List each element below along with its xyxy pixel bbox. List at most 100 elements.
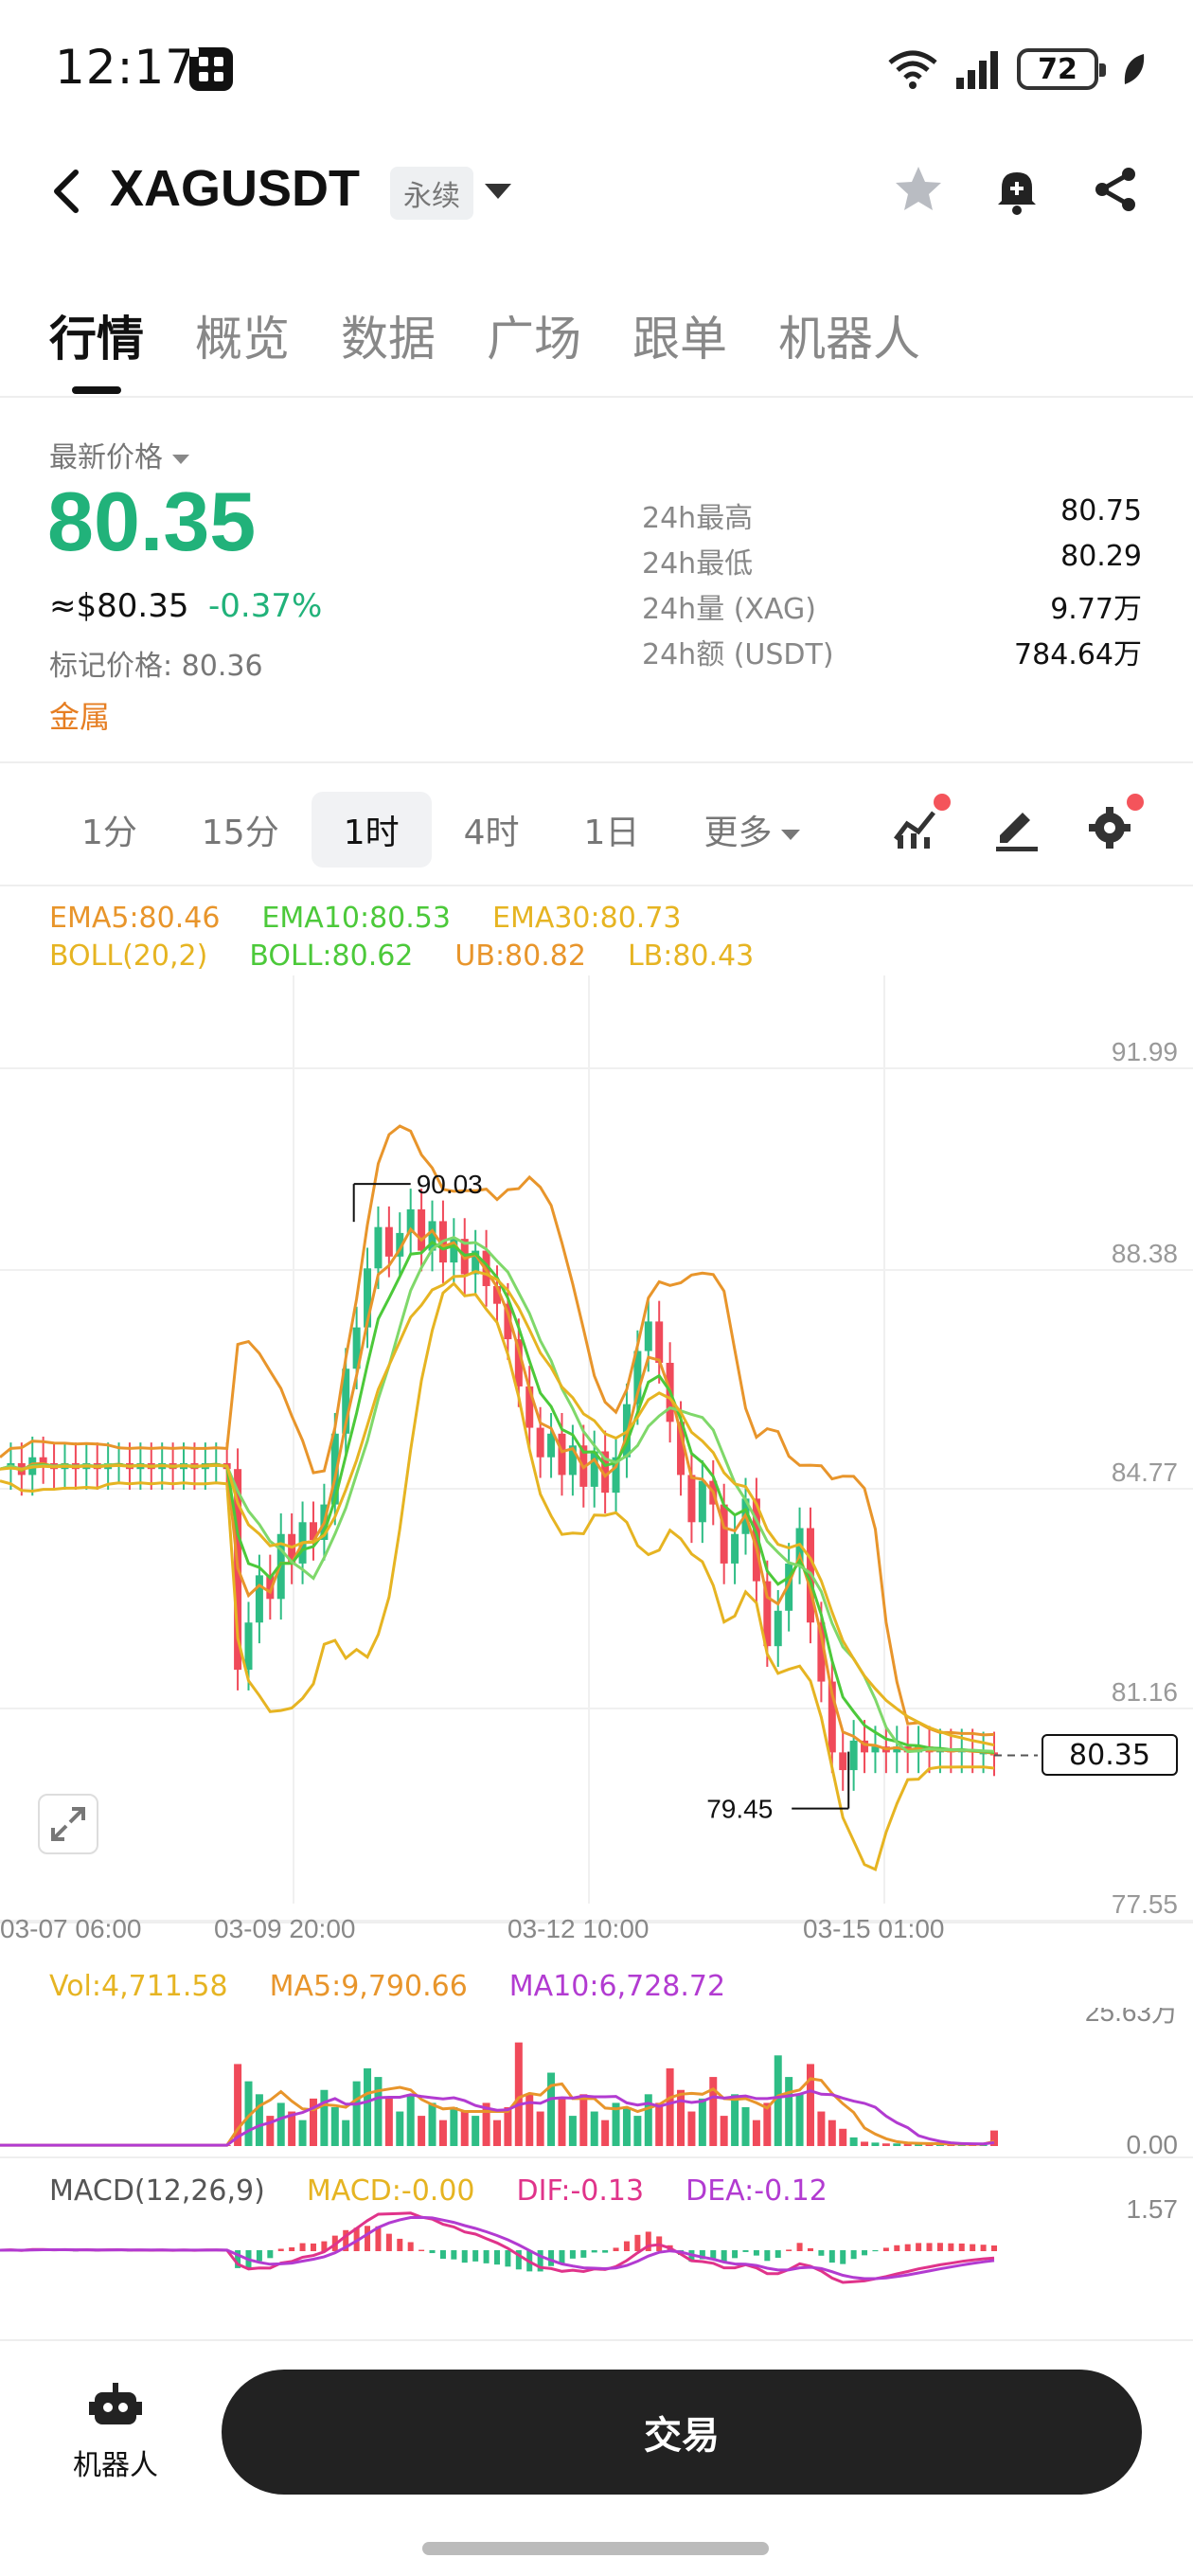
settings-tool[interactable] — [1083, 794, 1144, 854]
symbol-dropdown-icon[interactable] — [485, 184, 511, 199]
volume-bar — [893, 2143, 901, 2146]
macd-histogram-bar — [970, 2244, 976, 2251]
macd-histogram-bar — [461, 2250, 468, 2263]
price-axis: 91.99 88.38 84.77 81.16 77.55 — [1112, 1037, 1178, 1919]
macd-histogram-bar — [505, 2250, 511, 2267]
interval-1h[interactable]: 1时 — [311, 792, 432, 868]
ema-legend: EMA5:80.46 EMA10:80.53 EMA30:80.73 — [49, 902, 682, 935]
x-tick-label: 03-09 20:00 — [214, 1914, 355, 1943]
volume-bar — [450, 2106, 458, 2146]
volume-bar — [547, 2072, 556, 2146]
volume-bar — [330, 2106, 339, 2146]
volume-bar — [504, 2106, 512, 2146]
candle-body — [839, 1752, 847, 1771]
volume-bar — [406, 2094, 415, 2146]
volume-bar — [881, 2143, 890, 2146]
stat-24h-low: 24h最低 80.29 — [642, 540, 1142, 581]
volume-bar — [568, 2116, 577, 2146]
volume-bar — [601, 2120, 610, 2146]
volume-bar — [806, 2064, 814, 2146]
macd-histogram-bar — [267, 2250, 274, 2259]
tab-copy-trade[interactable]: 跟单 — [632, 301, 727, 369]
volume-bar — [438, 2120, 447, 2146]
legend-ema30: EMA30:80.73 — [491, 902, 682, 935]
stat-value: 784.64万 — [1014, 638, 1142, 671]
tab-market[interactable]: 行情 — [49, 301, 144, 394]
bell-icon[interactable] — [988, 161, 1045, 218]
tab-robot[interactable]: 机器人 — [778, 301, 920, 369]
trade-button[interactable]: 交易 — [222, 2370, 1142, 2495]
dea-line — [0, 2215, 995, 2281]
macd-histogram-bar — [429, 2250, 436, 2254]
volume-bar — [709, 2077, 718, 2146]
tab-square[interactable]: 广场 — [487, 301, 581, 369]
notification-dot — [934, 794, 951, 811]
macd-histogram-bar — [256, 2250, 262, 2262]
indicator-tool[interactable] — [890, 794, 951, 854]
macd-histogram-bar — [862, 2250, 868, 2256]
latest-price-label[interactable]: 最新价格 — [49, 434, 189, 475]
back-icon[interactable] — [44, 163, 91, 220]
volume-bar — [536, 2111, 544, 2146]
battery-icon: 72 — [1017, 48, 1106, 90]
y-tick-label: 91.99 — [1112, 1037, 1178, 1066]
chart-annotations: 90.03 79.45 — [352, 1170, 1038, 1824]
volume-bar — [752, 2120, 760, 2146]
price-divider — [0, 761, 1193, 763]
legend-ema10: EMA10:80.53 — [261, 902, 451, 935]
macd-histogram-bar — [418, 2249, 425, 2251]
candle-body — [774, 1610, 782, 1647]
robot-button[interactable]: 机器人 — [49, 2377, 182, 2483]
volume-bar — [298, 2120, 307, 2146]
share-icon[interactable] — [1087, 161, 1144, 218]
last-price: 80.35 — [47, 474, 257, 568]
tab-overview[interactable]: 概览 — [195, 301, 290, 369]
macd-histogram-bar — [991, 2245, 997, 2251]
volume-bar — [741, 2106, 750, 2146]
macd-histogram-bar — [494, 2250, 500, 2265]
macd-histogram-bar — [289, 2246, 295, 2251]
price-chart[interactable]: 91.9988.3884.7781.1677.55 03-07 06:00 03-… — [0, 975, 1193, 1960]
macd-histogram-bar — [277, 2248, 284, 2251]
macd-histogram-bar — [753, 2250, 759, 2256]
macd-histogram-bar — [818, 2250, 825, 2256]
battery-level: 72 — [1038, 52, 1077, 86]
macd-histogram-bar — [840, 2250, 846, 2264]
tab-data[interactable]: 数据 — [341, 301, 436, 369]
macd-histogram-bar — [451, 2250, 457, 2260]
candle-body — [418, 1208, 426, 1251]
macd-histogram-bar — [569, 2250, 576, 2259]
app-icon — [189, 47, 233, 91]
volume-axis-bottom: 0.00 — [1127, 2130, 1179, 2159]
volume-bar — [384, 2098, 393, 2146]
volume-bar — [785, 2077, 793, 2146]
interval-1d[interactable]: 1日 — [552, 792, 672, 868]
volume-bar — [364, 2067, 372, 2146]
leaf-icon — [1124, 54, 1145, 84]
stat-24h-high: 24h最高 80.75 — [642, 494, 1142, 536]
macd-histogram-bar — [916, 2243, 922, 2251]
draw-tool[interactable] — [988, 797, 1045, 854]
fullscreen-button[interactable] — [38, 1794, 98, 1854]
x-tick-label: 03-15 01:00 — [803, 1914, 944, 1943]
category-tag[interactable]: 金属 — [49, 693, 110, 737]
interval-1m[interactable]: 1分 — [49, 792, 169, 868]
volume-bar — [558, 2098, 566, 2146]
volume-bar — [579, 2094, 588, 2146]
volume-bar — [493, 2120, 501, 2146]
x-tick-label: 03-07 06:00 — [0, 1914, 141, 1943]
volume-macd-chart[interactable]: 25.63万 0.00 1.57 — [0, 2008, 1193, 2320]
latest-price-label-text: 最新价格 — [49, 441, 163, 474]
macd-histogram-bar — [936, 2243, 943, 2251]
interval-more[interactable]: 更多 — [671, 792, 832, 868]
macd-histogram-bar — [439, 2250, 446, 2260]
interval-4h[interactable]: 4时 — [432, 792, 552, 868]
stat-label: 24h最低 — [642, 547, 754, 581]
candle-body — [698, 1480, 706, 1523]
candle-body — [244, 1622, 253, 1671]
symbol-title[interactable]: XAGUSDT — [110, 159, 360, 218]
interval-15m[interactable]: 15分 — [169, 792, 312, 868]
home-indicator[interactable] — [422, 2542, 769, 2555]
volume-bar — [396, 2111, 404, 2146]
star-icon[interactable] — [890, 161, 947, 218]
